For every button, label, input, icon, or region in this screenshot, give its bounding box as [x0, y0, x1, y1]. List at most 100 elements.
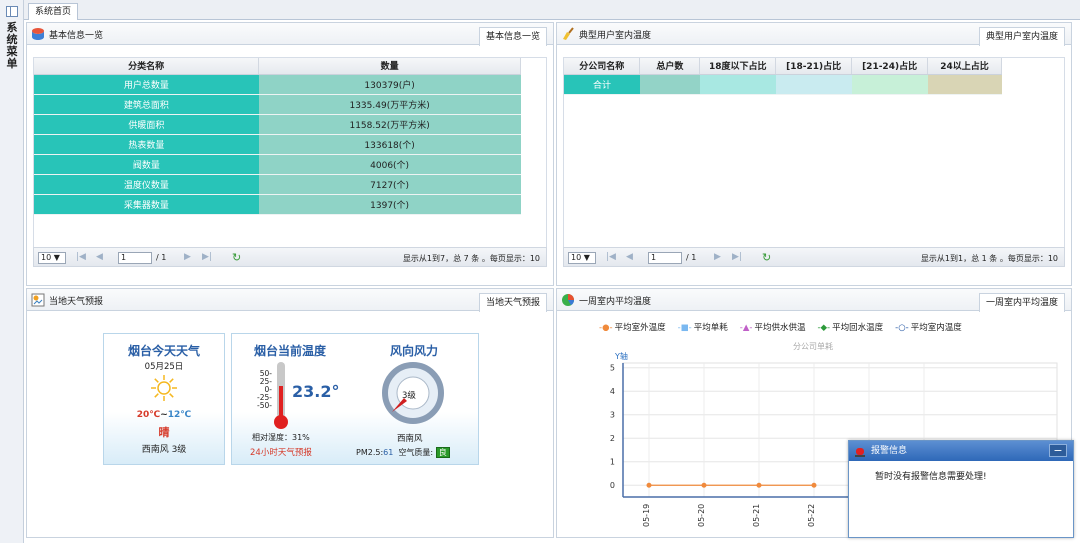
y-tick-label: 0: [610, 481, 615, 490]
table-cell: 热表数量: [34, 134, 259, 155]
forecast-link[interactable]: 24小时天气预报: [250, 446, 312, 458]
data-point: [756, 482, 762, 488]
typical-temperature-table: 分公司名称 总户数 18度以下占比 [18-21)占比 [21-24)占比 24…: [564, 58, 1002, 95]
legend-item[interactable]: -◆- 平均回水温度: [817, 323, 889, 333]
panel-tab[interactable]: 一周室内平均温度: [978, 293, 1065, 312]
page-total: / 1: [156, 253, 167, 262]
table-cell: [851, 74, 928, 95]
today-weather-card: 烟台今天天气 05月25日 20℃~12℃ 晴 西南风 3级: [103, 333, 225, 465]
panel-header: 典型用户室内温度 典型用户室内温度: [557, 23, 1071, 46]
temp-high: 20℃: [136, 410, 161, 420]
table-row[interactable]: 温度仪数量 7127(个): [34, 174, 521, 195]
table-cell: 1158.52(万平方米): [258, 114, 521, 135]
y-tick-label: 1: [610, 458, 615, 467]
table-row[interactable]: 用户总数量 130379(户): [34, 74, 521, 95]
y-tick-label: 4: [610, 387, 615, 396]
minimize-button[interactable]: −: [1049, 444, 1067, 457]
first-page-icon[interactable]: |◀: [606, 252, 616, 262]
basic-info-table: 分类名称 数量 用户总数量 130379(户) 建筑总面积 1335.49(万平方米)…: [34, 58, 521, 215]
table-cell: [927, 74, 1002, 95]
thermometer-icon: [274, 362, 288, 429]
table-cell: [699, 74, 776, 95]
legend-marker: -●-: [599, 323, 613, 333]
weather-condition: 晴: [158, 426, 170, 439]
card-title: 风向风力: [390, 344, 439, 358]
table-row[interactable]: 热表数量 133618(个): [34, 134, 521, 155]
table-cell: 1335.49(万平方米): [258, 94, 521, 115]
current-weather-card: 烟台当前温度 风向风力 50- 25- 0- -25- -50- 23.2° 相对湿度：…: [231, 333, 479, 465]
x-tick-label: 05-20: [697, 504, 706, 527]
weather-icon: [31, 293, 45, 307]
alarm-popup: 报警信息 − 暂时没有报警信息需要处理!: [848, 440, 1074, 538]
column-header[interactable]: [21-24)占比: [851, 58, 929, 75]
column-header[interactable]: 分公司名称: [564, 58, 641, 75]
panel-tab[interactable]: 基本信息一览: [478, 27, 547, 46]
table-cell: 温度仪数量: [34, 174, 259, 195]
column-header[interactable]: [18-21)占比: [775, 58, 853, 75]
sidebar: 系统菜单: [0, 0, 24, 543]
refresh-icon[interactable]: ↻: [232, 251, 241, 264]
table-row[interactable]: 建筑总面积 1335.49(万平方米): [34, 94, 521, 115]
table-row[interactable]: 合计: [564, 74, 1002, 95]
basic-info-panel: 基本信息一览 基本信息一览 分类名称 数量 用户总数量 130379(户) 建筑总面…: [26, 22, 554, 286]
column-header[interactable]: 18度以下占比: [699, 58, 777, 75]
sidebar-toggle-icon[interactable]: [6, 6, 18, 17]
weather-date: 05月25日: [144, 362, 184, 372]
legend-item[interactable]: -●- 平均室外温度: [599, 323, 672, 333]
y-tick-label: 3: [610, 411, 615, 420]
data-point: [701, 482, 707, 488]
x-tick-label: 05-19: [642, 504, 651, 527]
column-header[interactable]: 数量: [258, 58, 521, 75]
tab-home[interactable]: 系统首页: [28, 3, 79, 20]
table-header-row: 分公司名称 总户数 18度以下占比 [18-21)占比 [21-24)占比 24…: [564, 58, 1002, 75]
table-row[interactable]: 阀数量 4006(个): [34, 154, 521, 175]
column-header[interactable]: 24以上占比: [927, 58, 1002, 75]
last-page-icon[interactable]: ▶|: [202, 252, 212, 262]
page-number-input[interactable]: 1: [648, 252, 682, 264]
panel-title: 基本信息一览: [49, 31, 104, 41]
alarm-title: 报警信息: [871, 446, 908, 456]
page-size-select[interactable]: 10 ▼: [38, 252, 66, 264]
column-header[interactable]: 总户数: [639, 58, 701, 75]
next-page-icon[interactable]: ▶: [714, 252, 721, 262]
table-cell: 建筑总面积: [34, 94, 259, 115]
table-cell: 133618(个): [258, 134, 521, 155]
table-cell: 阀数量: [34, 154, 259, 175]
page-number-input[interactable]: 1: [118, 252, 152, 264]
panel-header: 一周室内平均温度 一周室内平均温度: [557, 289, 1071, 312]
table-cell: 合计: [564, 74, 640, 95]
temp-low: 12℃: [167, 410, 192, 420]
table-cell: 采集器数量: [34, 194, 259, 215]
refresh-icon[interactable]: ↻: [762, 251, 771, 264]
panel-tab[interactable]: 当地天气预报: [478, 293, 547, 312]
panel-tab[interactable]: 典型用户室内温度: [978, 27, 1065, 46]
first-page-icon[interactable]: |◀: [76, 252, 86, 262]
card-title: 烟台今天天气: [127, 344, 200, 358]
column-header[interactable]: 分类名称: [34, 58, 260, 75]
tab-bar: 系统首页: [24, 0, 1080, 20]
table-row[interactable]: 供暖面积 1158.52(万平方米): [34, 114, 521, 135]
table-row[interactable]: 采集器数量 1397(个): [34, 194, 521, 215]
page-total: / 1: [686, 253, 697, 262]
air-quality: PM2.5:61 空气质量: 良: [356, 447, 450, 458]
y-tick-label: 5: [610, 364, 615, 373]
prev-page-icon[interactable]: ◀: [96, 252, 103, 262]
alarm-header: 报警信息 −: [849, 441, 1073, 461]
legend-item[interactable]: -▲- 平均供水供温: [740, 323, 812, 333]
panel-header: 当地天气预报 当地天气预报: [27, 289, 553, 312]
y-axis-label: Y轴: [614, 351, 628, 361]
basic-info-grid: 分类名称 数量 用户总数量 130379(户) 建筑总面积 1335.49(万平方米)…: [33, 57, 547, 261]
legend-item[interactable]: -○- 平均室内温度: [895, 323, 968, 333]
last-page-icon[interactable]: ▶|: [732, 252, 742, 262]
panel-title: 典型用户室内温度: [579, 31, 652, 41]
sidebar-menu-label[interactable]: 系统菜单: [5, 22, 19, 70]
next-page-icon[interactable]: ▶: [184, 252, 191, 262]
pagination-bar: 10 ▼ |◀ ◀ 1 / 1 ▶ ▶| ↻ 显示从1到7，总 7 条 。每页显…: [33, 247, 547, 267]
panel-header: 基本信息一览 基本信息一览: [27, 23, 553, 46]
legend-item[interactable]: -■- 平均单耗: [678, 323, 734, 333]
sun-icon: [151, 375, 177, 401]
typical-temperature-panel: 典型用户室内温度 典型用户室内温度 分公司名称 总户数 18度以下占比 [18-…: [556, 22, 1072, 286]
legend-marker: -○-: [895, 323, 909, 333]
page-size-select[interactable]: 10 ▼: [568, 252, 596, 264]
prev-page-icon[interactable]: ◀: [626, 252, 633, 262]
